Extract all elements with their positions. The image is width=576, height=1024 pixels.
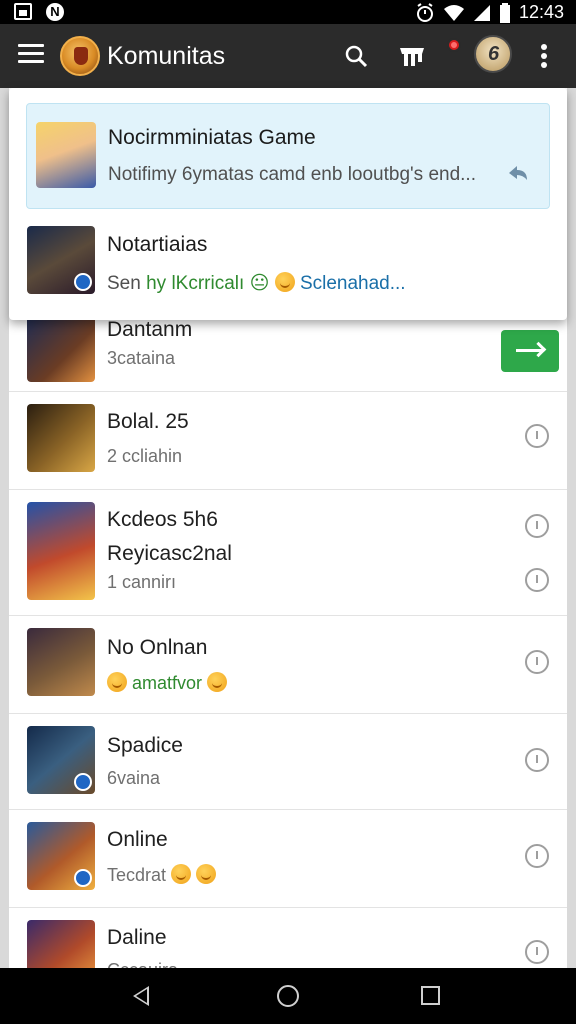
- community-thumbnail: [27, 822, 95, 890]
- notification-dot-icon: [447, 38, 461, 52]
- back-icon[interactable]: [133, 986, 149, 1006]
- list-item-count: 1 cannirı: [107, 572, 177, 592]
- notification-text: Sen hy lKcrricalı 😐 Sclenahad...: [107, 272, 406, 294]
- info-icon[interactable]: [525, 568, 549, 592]
- system-nav-bar: [0, 968, 576, 1024]
- list-item-subtitle: 2 ccliahin: [107, 446, 183, 466]
- wifi-icon: [443, 4, 464, 21]
- list-item[interactable]: Bolal. 25 2 ccliahin: [9, 392, 567, 490]
- list-item[interactable]: Daline Cccauira: [9, 908, 567, 968]
- list-item-subtitle: 3cataina: [107, 348, 176, 368]
- list-item-subtitle: 6vaina: [107, 768, 161, 788]
- info-icon[interactable]: [525, 940, 549, 964]
- home-icon[interactable]: [277, 985, 299, 1007]
- info-icon[interactable]: [525, 424, 549, 448]
- n-icon: N: [46, 3, 64, 21]
- list-item-title: Bolal. 25: [107, 410, 189, 433]
- emoji-icon: [196, 864, 217, 884]
- search-icon[interactable]: [344, 44, 368, 68]
- notification-text: Notifimy 6ymatas camd enb looutbg's end.…: [108, 164, 476, 185]
- community-thumbnail: [27, 502, 95, 600]
- info-icon[interactable]: [525, 514, 549, 538]
- list-item[interactable]: No Onlnan amatfvor: [9, 616, 567, 714]
- list-item-title: Kcdeos 5h6: [107, 508, 218, 531]
- notification-title: Nocirmminiatas Game: [108, 126, 316, 149]
- list-item-subtitle: amatfvor: [107, 672, 228, 694]
- list-item-title: Online: [107, 828, 168, 851]
- notification-item-highlighted[interactable]: Nocirmminiatas Game Notifimy 6ymatas cam…: [26, 103, 550, 209]
- info-icon[interactable]: [525, 844, 549, 868]
- app-logo-icon: [60, 36, 100, 76]
- alarm-icon: [416, 2, 433, 22]
- list-item-subtitle: Tecdrat: [107, 864, 217, 886]
- signal-icon: [473, 4, 490, 21]
- list-item[interactable]: Online Tecdrat: [9, 810, 567, 908]
- notification-dropdown: Nocirmminiatas Game Notifimy 6ymatas cam…: [9, 88, 567, 320]
- community-thumbnail: [27, 404, 95, 472]
- community-thumbnail: [27, 628, 95, 696]
- store-icon[interactable]: [398, 42, 426, 70]
- battery-icon: [499, 2, 510, 23]
- community-thumbnail: [27, 920, 95, 968]
- list-item-title: Daline: [107, 926, 167, 949]
- join-button[interactable]: [501, 330, 559, 372]
- list-item-title: No Onlnan: [107, 636, 208, 659]
- menu-icon[interactable]: [18, 44, 44, 66]
- status-bar: N 12:43: [0, 0, 576, 24]
- notification-thumbnail: [36, 122, 96, 188]
- page-title: Komunitas: [107, 42, 226, 70]
- list-item[interactable]: Kcdeos 5h6 Reyicasc2nal 1 cannirı: [9, 490, 567, 616]
- list-item-title: Dantanm: [107, 318, 193, 341]
- info-icon[interactable]: [525, 748, 549, 772]
- reply-icon[interactable]: [507, 164, 529, 182]
- gallery-icon: [14, 3, 32, 20]
- list-item[interactable]: Spadice 6vaina: [9, 714, 567, 810]
- community-thumbnail: [27, 726, 95, 794]
- emoji-icon: [274, 272, 295, 292]
- list-item-subtitle: Reyicasc2nal: [107, 542, 232, 565]
- info-icon[interactable]: [525, 650, 549, 674]
- status-time: 12:43: [518, 2, 564, 22]
- emoji-icon: [107, 672, 127, 692]
- emoji-icon: [171, 864, 192, 884]
- emoji-icon: [207, 672, 228, 692]
- notification-thumbnail: [27, 226, 95, 294]
- community-thumbnail: [27, 314, 95, 382]
- list-item-subtitle: Cccauira: [107, 960, 178, 968]
- recents-icon[interactable]: [421, 986, 440, 1005]
- notification-title: Notartiaias: [107, 233, 208, 256]
- list-item-title: Spadice: [107, 734, 183, 757]
- overflow-icon[interactable]: [538, 44, 550, 70]
- avatar[interactable]: [474, 35, 512, 73]
